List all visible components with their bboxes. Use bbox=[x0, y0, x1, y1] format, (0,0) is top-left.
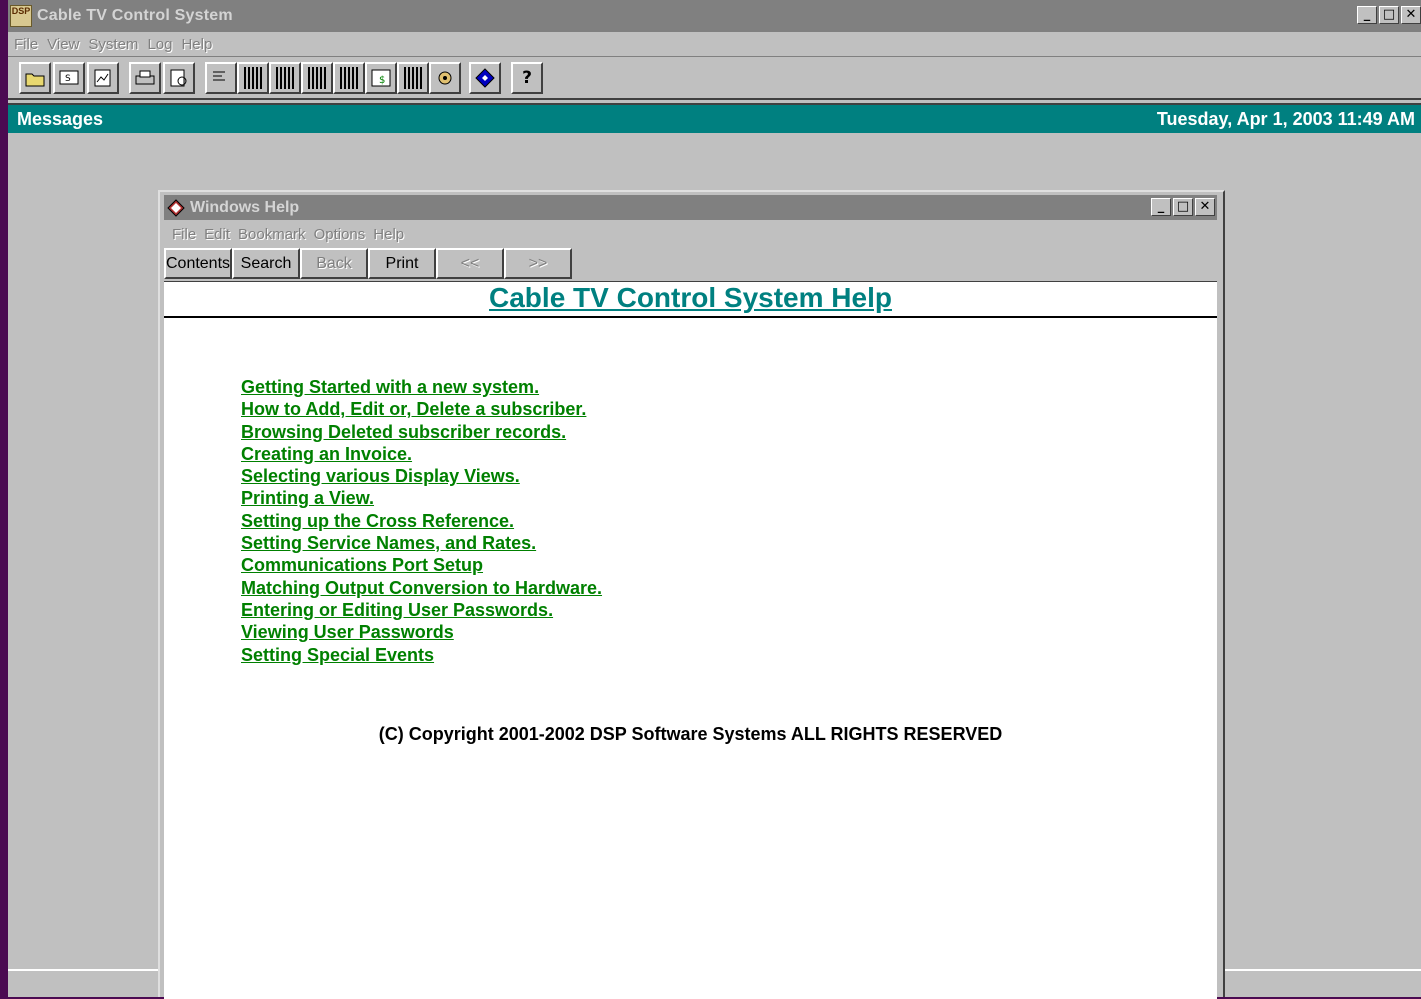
messages-title: Messages bbox=[17, 108, 104, 129]
help-button-bar: Contents Search Back Print << >> bbox=[164, 248, 1217, 281]
report-icon[interactable] bbox=[87, 61, 119, 94]
maximize-button[interactable]: □ bbox=[1379, 6, 1399, 24]
help-menubar: File Edit Bookmark Options Help bbox=[164, 222, 1217, 246]
help-question-icon[interactable]: ? bbox=[511, 61, 543, 94]
settings-icon[interactable] bbox=[429, 61, 461, 94]
svg-text:$: $ bbox=[379, 75, 385, 86]
menu-view[interactable]: View bbox=[47, 36, 79, 53]
status-datetime: Tuesday, Apr 1, 2003 11:49 AM bbox=[1156, 108, 1415, 129]
help-menu-bookmark[interactable]: Bookmark bbox=[238, 226, 306, 243]
help-window-title: Windows Help bbox=[190, 198, 300, 216]
topic-link[interactable]: Matching Output Conversion to Hardware. bbox=[241, 577, 602, 599]
window-title: Cable TV Control System bbox=[37, 7, 233, 24]
topic-link[interactable]: Printing a View. bbox=[241, 487, 602, 509]
main-toolbar: S $ ? bbox=[8, 56, 1421, 100]
help-book-icon bbox=[167, 198, 185, 217]
help-content: Cable TV Control System Help Getting Sta… bbox=[164, 281, 1217, 999]
topic-link[interactable]: Setting Service Names, and Rates. bbox=[241, 532, 602, 554]
next-topic-button[interactable]: >> bbox=[504, 248, 572, 279]
contents-button[interactable]: Contents bbox=[164, 248, 232, 279]
help-menu-file[interactable]: File bbox=[172, 226, 196, 243]
main-menubar: File View System Log Help bbox=[8, 32, 1421, 56]
column-view-icon[interactable] bbox=[237, 61, 269, 94]
copyright-text: (C) Copyright 2001-2002 DSP Software Sys… bbox=[378, 724, 1003, 744]
screen-icon[interactable]: S bbox=[53, 61, 85, 94]
help-close-button[interactable]: ✕ bbox=[1195, 198, 1215, 216]
topic-link[interactable]: Getting Started with a new system. bbox=[241, 376, 602, 398]
messages-bar: Messages Tuesday, Apr 1, 2003 11:49 AM bbox=[8, 103, 1421, 133]
menu-file[interactable]: File bbox=[14, 36, 38, 53]
topic-link[interactable]: Viewing User Passwords bbox=[241, 621, 602, 643]
window-controls: _ □ ✕ bbox=[1355, 6, 1421, 24]
help-window-controls: _ □ ✕ bbox=[1149, 198, 1215, 216]
dsp-app-icon: DSP bbox=[10, 5, 32, 27]
column-detail-icon[interactable] bbox=[333, 61, 365, 94]
text-list-icon[interactable] bbox=[205, 61, 237, 94]
help-menu-help[interactable]: Help bbox=[373, 226, 404, 243]
close-button[interactable]: ✕ bbox=[1401, 6, 1421, 24]
menu-log[interactable]: Log bbox=[147, 36, 172, 53]
topic-link[interactable]: Entering or Editing User Passwords. bbox=[241, 599, 602, 621]
help-header: Cable TV Control System Help bbox=[164, 282, 1217, 318]
help-menu-edit[interactable]: Edit bbox=[204, 226, 230, 243]
search-button[interactable]: Search bbox=[232, 248, 300, 279]
help-window: Windows Help _ □ ✕ File Edit Bookmark Op… bbox=[158, 190, 1225, 999]
help-menu-options[interactable]: Options bbox=[314, 226, 366, 243]
print-preview-icon[interactable] bbox=[163, 61, 195, 94]
topic-link[interactable]: How to Add, Edit or, Delete a subscriber… bbox=[241, 398, 602, 420]
menu-system[interactable]: System bbox=[88, 36, 138, 53]
prev-topic-button[interactable]: << bbox=[436, 248, 504, 279]
menu-help[interactable]: Help bbox=[181, 36, 212, 53]
diamond-icon[interactable] bbox=[469, 61, 501, 94]
topic-link[interactable]: Setting Special Events bbox=[241, 644, 602, 666]
minimize-button[interactable]: _ bbox=[1357, 6, 1377, 24]
printer-icon[interactable] bbox=[129, 61, 161, 94]
topic-link[interactable]: Creating an Invoice. bbox=[241, 443, 602, 465]
topic-link[interactable]: Setting up the Cross Reference. bbox=[241, 510, 602, 532]
column-view-icon[interactable] bbox=[269, 61, 301, 94]
help-heading[interactable]: Cable TV Control System Help bbox=[164, 282, 1217, 314]
topic-link[interactable]: Selecting various Display Views. bbox=[241, 465, 602, 487]
topic-link[interactable]: Communications Port Setup bbox=[241, 554, 602, 576]
topic-link[interactable]: Browsing Deleted subscriber records. bbox=[241, 421, 602, 443]
back-button[interactable]: Back bbox=[300, 248, 368, 279]
help-titlebar[interactable]: Windows Help _ □ ✕ bbox=[164, 195, 1217, 220]
topic-list: Getting Started with a new system. How t… bbox=[241, 376, 602, 666]
print-button[interactable]: Print bbox=[368, 248, 436, 279]
help-minimize-button[interactable]: _ bbox=[1151, 198, 1171, 216]
billing-view-icon[interactable]: $ bbox=[365, 61, 397, 94]
column-view-icon[interactable] bbox=[301, 61, 333, 94]
help-maximize-button[interactable]: □ bbox=[1173, 198, 1193, 216]
open-folder-icon[interactable] bbox=[19, 61, 51, 94]
column-view-icon[interactable] bbox=[397, 61, 429, 94]
svg-text:S: S bbox=[65, 74, 71, 84]
main-titlebar[interactable]: DSP Cable TV Control System _ □ ✕ bbox=[8, 0, 1421, 32]
